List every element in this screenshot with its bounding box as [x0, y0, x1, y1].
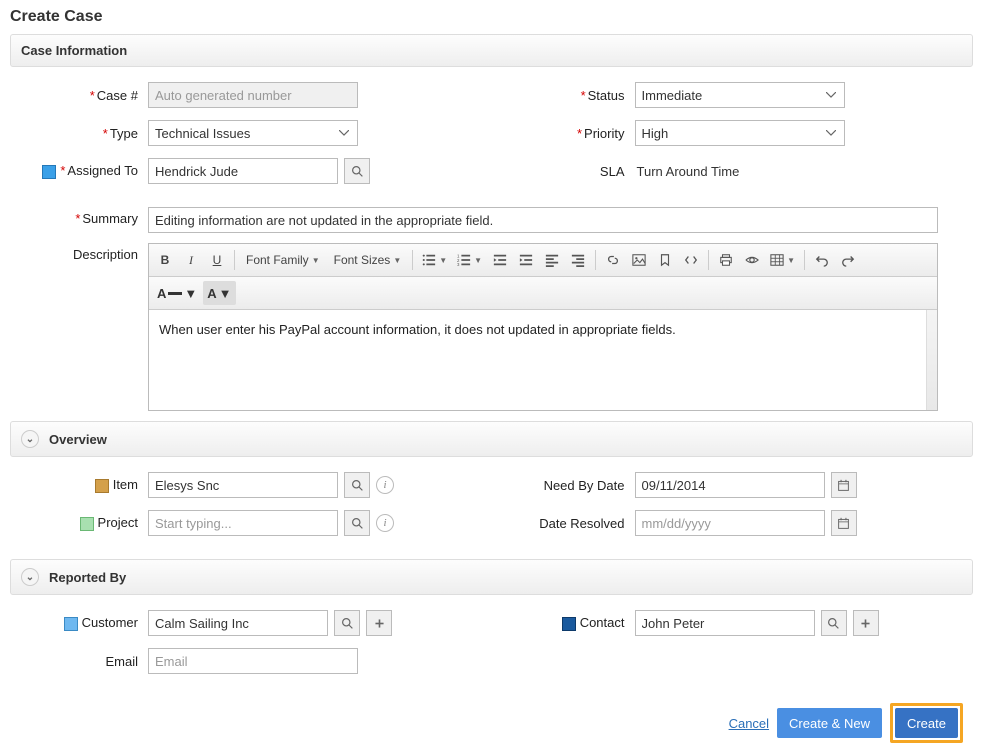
customer-add-button[interactable]	[366, 610, 392, 636]
project-info-icon[interactable]: i	[376, 514, 394, 532]
font-family-select[interactable]: Font Family▼	[240, 248, 326, 272]
bullet-list-button[interactable]: ▼	[418, 248, 451, 272]
font-sizes-select[interactable]: Font Sizes▼	[328, 248, 408, 272]
label-email: Email	[20, 654, 148, 669]
item-lookup-button[interactable]	[344, 472, 370, 498]
section-case-information: Case Information	[10, 34, 973, 67]
label-assigned-to: *Assigned To	[20, 163, 148, 179]
description-textarea[interactable]: When user enter his PayPal account infor…	[149, 310, 937, 410]
print-button[interactable]	[714, 248, 738, 272]
customer-icon	[64, 617, 78, 631]
item-info-icon[interactable]: i	[376, 476, 394, 494]
label-status: *Status	[507, 88, 635, 103]
preview-button[interactable]	[740, 248, 764, 272]
create-button[interactable]: Create	[895, 708, 958, 738]
label-need-by-date: Need By Date	[507, 478, 635, 493]
contact-lookup-button[interactable]	[821, 610, 847, 636]
label-contact: Contact	[507, 615, 635, 631]
customer-input[interactable]	[148, 610, 328, 636]
align-left-button[interactable]	[540, 248, 564, 272]
code-button[interactable]	[679, 248, 703, 272]
svg-text:3: 3	[457, 262, 460, 267]
need-by-date-picker-button[interactable]	[831, 472, 857, 498]
date-resolved-picker-button[interactable]	[831, 510, 857, 536]
section-reported-by: ⌄ Reported By	[10, 559, 973, 595]
contact-input[interactable]	[635, 610, 815, 636]
label-priority: *Priority	[507, 126, 635, 141]
bg-color-button[interactable]: A▼	[203, 281, 235, 305]
image-button[interactable]	[627, 248, 651, 272]
contact-icon	[562, 617, 576, 631]
page-title: Create Case	[10, 8, 973, 26]
redo-button[interactable]	[836, 248, 860, 272]
editor-toolbar: B I U Font Family▼ Font Sizes▼ ▼ 123▼	[149, 244, 937, 277]
link-button[interactable]	[601, 248, 625, 272]
email-input[interactable]	[148, 648, 358, 674]
label-description: Description	[20, 243, 148, 262]
indent-button[interactable]	[514, 248, 538, 272]
underline-button[interactable]: U	[205, 248, 229, 272]
status-select[interactable]: Immediate	[635, 82, 845, 108]
label-case-number: *Case #	[20, 88, 148, 103]
outdent-button[interactable]	[488, 248, 512, 272]
label-type: *Type	[20, 126, 148, 141]
assigned-to-lookup-button[interactable]	[344, 158, 370, 184]
create-button-highlight: Create	[890, 703, 963, 743]
date-resolved-input[interactable]	[635, 510, 825, 536]
section-overview: ⌄ Overview	[10, 421, 973, 457]
italic-button[interactable]: I	[179, 248, 203, 272]
sla-value: Turn Around Time	[635, 164, 740, 179]
table-button[interactable]: ▼	[766, 248, 799, 272]
cancel-link[interactable]: Cancel	[729, 716, 769, 731]
summary-input[interactable]	[148, 207, 938, 233]
label-date-resolved: Date Resolved	[507, 516, 635, 531]
label-sla: SLA	[507, 164, 635, 179]
item-icon	[95, 479, 109, 493]
collapse-icon[interactable]: ⌄	[21, 430, 39, 448]
assigned-icon	[42, 165, 56, 179]
case-number-input	[148, 82, 358, 108]
bold-button[interactable]: B	[153, 248, 177, 272]
section-label: Case Information	[21, 43, 127, 58]
editor-toolbar-2: A▼ A▼	[149, 277, 937, 310]
type-select[interactable]: Technical Issues	[148, 120, 358, 146]
collapse-icon[interactable]: ⌄	[21, 568, 39, 586]
customer-lookup-button[interactable]	[334, 610, 360, 636]
label-customer: Customer	[20, 615, 148, 631]
priority-select[interactable]: High	[635, 120, 845, 146]
assigned-to-input[interactable]	[148, 158, 338, 184]
undo-button[interactable]	[810, 248, 834, 272]
create-and-new-button[interactable]: Create & New	[777, 708, 882, 738]
bookmark-button[interactable]	[653, 248, 677, 272]
number-list-button[interactable]: 123▼	[453, 248, 486, 272]
project-icon	[80, 517, 94, 531]
label-project: Project	[20, 515, 148, 531]
label-summary: *Summary	[20, 207, 148, 226]
project-lookup-button[interactable]	[344, 510, 370, 536]
section-label: Reported By	[49, 570, 126, 585]
need-by-date-input[interactable]	[635, 472, 825, 498]
section-label: Overview	[49, 432, 107, 447]
contact-add-button[interactable]	[853, 610, 879, 636]
rich-text-editor: B I U Font Family▼ Font Sizes▼ ▼ 123▼	[148, 243, 938, 411]
align-right-button[interactable]	[566, 248, 590, 272]
project-input[interactable]	[148, 510, 338, 536]
label-item: Item	[20, 477, 148, 493]
text-color-button[interactable]: A▼	[153, 281, 201, 305]
item-input[interactable]	[148, 472, 338, 498]
